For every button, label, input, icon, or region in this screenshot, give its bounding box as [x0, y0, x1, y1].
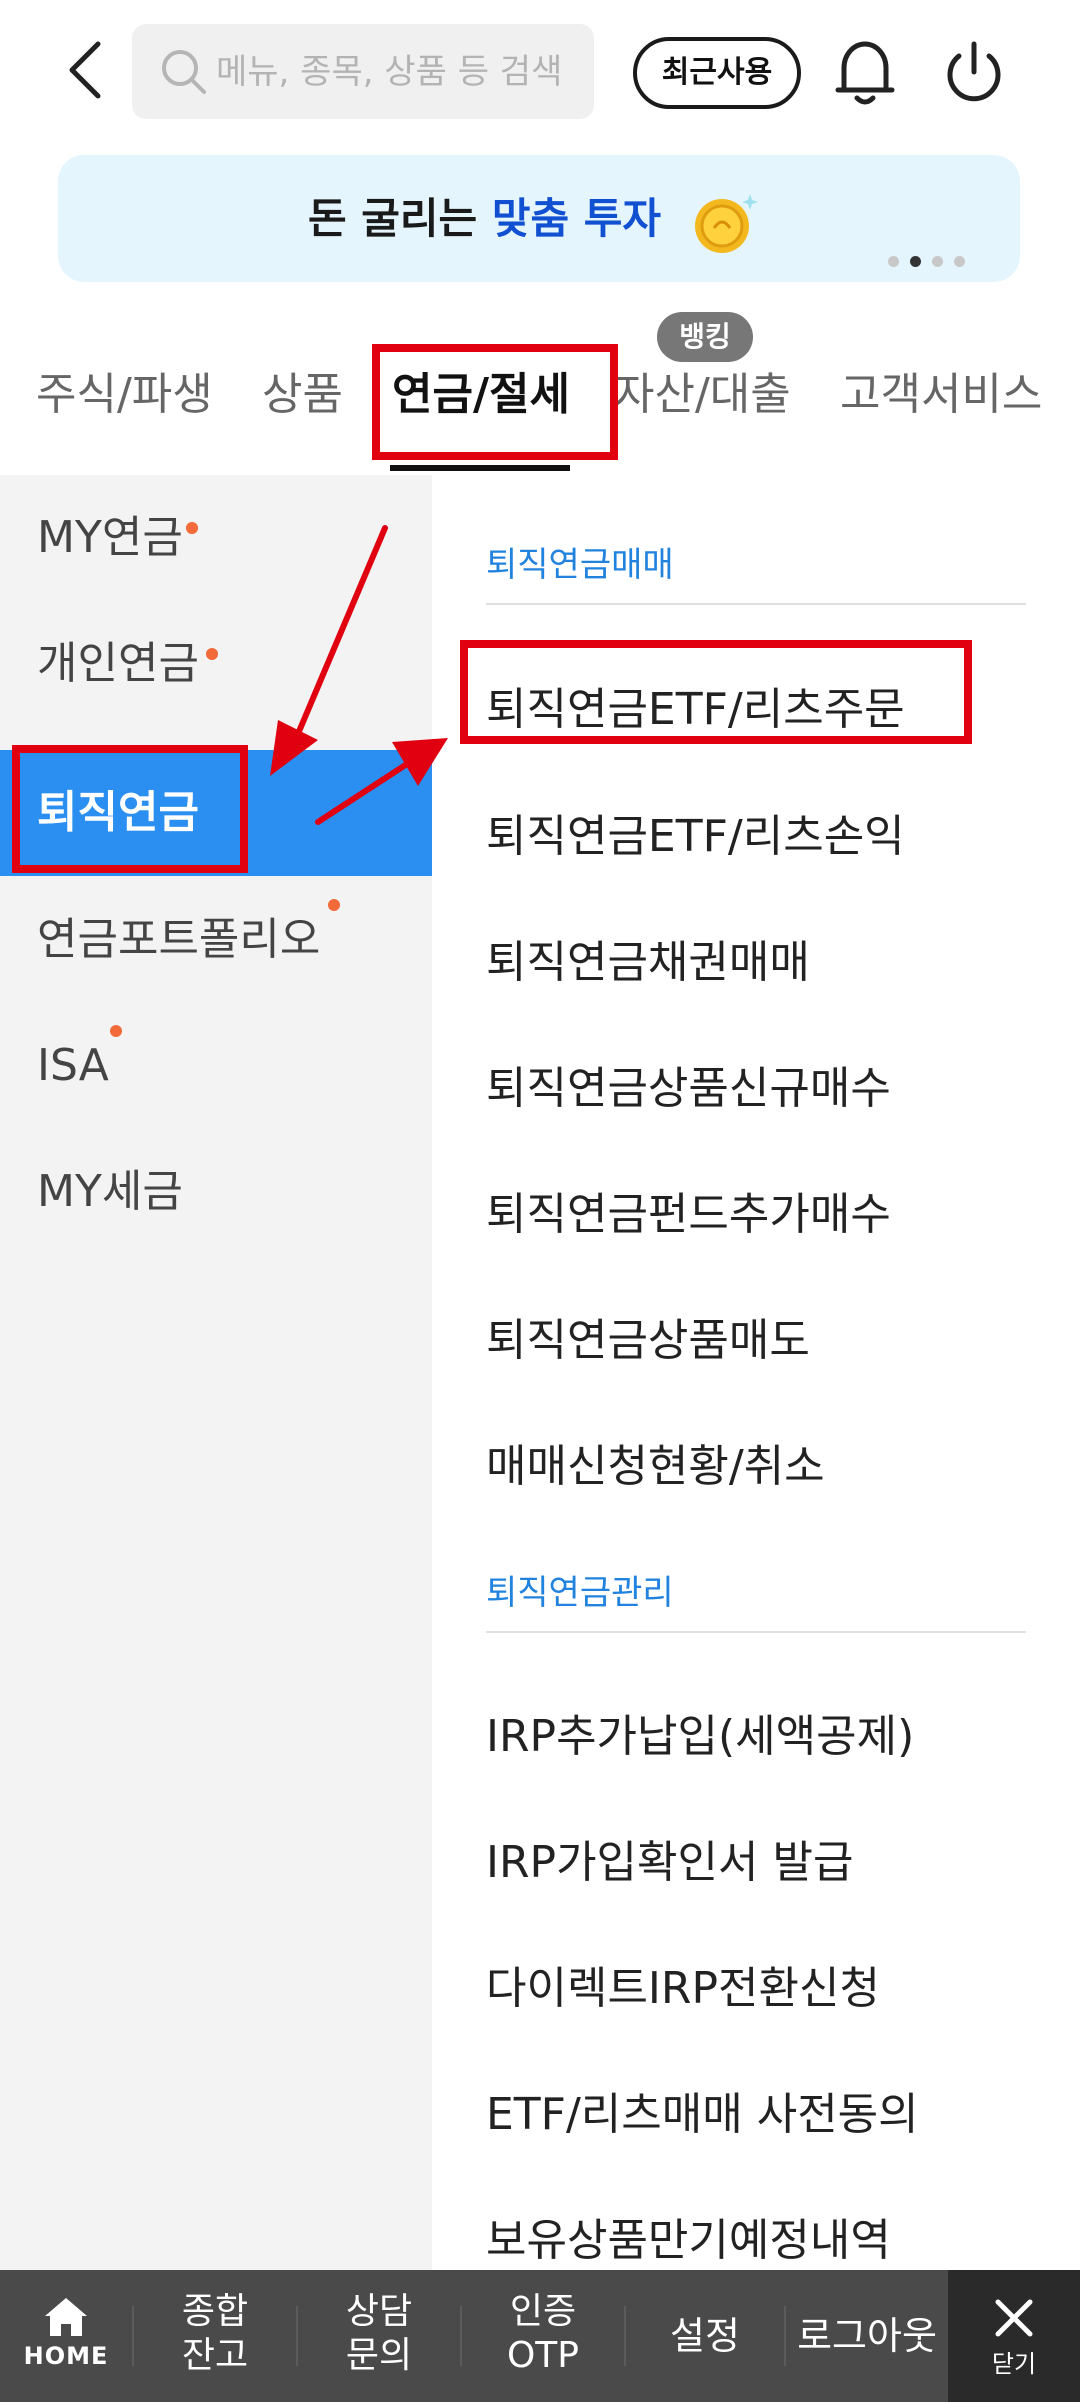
left-item-label: ISA: [37, 1040, 109, 1091]
bottom-balance-button[interactable]: 종합 잔고: [134, 2270, 296, 2402]
balance-label-line1: 종합: [181, 2291, 249, 2332]
menu-item-product-sell[interactable]: 퇴직연금상품매도: [486, 1306, 810, 1376]
home-label: HOME: [23, 2342, 109, 2370]
gold-coin-icon: [695, 194, 758, 253]
back-button[interactable]: [52, 30, 122, 110]
banking-badge: 뱅킹: [657, 312, 753, 362]
left-item-personal-pension[interactable]: 개인연금: [0, 601, 432, 727]
consult-label-line1: 상담: [345, 2291, 413, 2332]
new-indicator-dot: [328, 899, 340, 911]
bell-icon: [835, 41, 895, 105]
header: 최근사용: [0, 0, 1080, 145]
pagination-dot[interactable]: [932, 256, 943, 267]
tab-products[interactable]: 상품: [262, 360, 343, 430]
close-icon: [995, 2299, 1033, 2337]
menu-item-order-status-cancel[interactable]: 매매신청현황/취소: [486, 1432, 825, 1502]
pagination-dot-active[interactable]: [910, 256, 921, 267]
tab-assets-loans[interactable]: 자산/대출: [614, 360, 791, 430]
left-item-my-pension[interactable]: MY연금: [0, 475, 432, 601]
bottom-consult-button[interactable]: 상담 문의: [298, 2270, 460, 2402]
new-indicator-dot: [110, 1025, 122, 1037]
left-item-pension-portfolio[interactable]: 연금포트폴리오: [0, 877, 432, 1003]
chevron-left-icon: [69, 41, 101, 99]
banner-text: 돈 굴리는 맞춤 투자: [308, 155, 661, 282]
menu-item-maturity-schedule[interactable]: 보유상품만기예정내역: [486, 2206, 891, 2276]
banner-text-highlight: 맞춤 투자: [491, 194, 661, 243]
left-item-isa[interactable]: ISA: [0, 1003, 432, 1129]
settings-label: 설정: [670, 2314, 740, 2358]
bottom-home-button[interactable]: HOME: [0, 2270, 132, 2402]
menu-item-bond-trading[interactable]: 퇴직연금채권매매: [486, 928, 810, 998]
otp-label-line1: 인증: [509, 2291, 577, 2332]
search-icon: [162, 50, 206, 94]
logout-label: 로그아웃: [797, 2314, 937, 2358]
menu-item-irp-additional-payment[interactable]: IRP추가납입(세액공제): [486, 1702, 914, 1772]
tab-customer-service[interactable]: 고객서비스: [840, 360, 1042, 430]
new-indicator-dot: [186, 522, 198, 534]
recent-menu-button[interactable]: 최근사용: [633, 37, 801, 109]
highlight-box-tab: [372, 344, 618, 460]
active-tab-indicator: [390, 465, 570, 471]
close-label: 닫기: [991, 2350, 1037, 2378]
bottom-logout-button[interactable]: 로그아웃: [786, 2270, 948, 2402]
bottom-otp-button[interactable]: 인증 OTP: [462, 2270, 624, 2402]
menu-item-new-product-buy[interactable]: 퇴직연금상품신규매수: [486, 1054, 891, 1124]
highlight-box-left-item: [12, 745, 248, 873]
section-title-retirement-management: 퇴직연금관리: [486, 1573, 674, 1613]
search-box[interactable]: [132, 24, 594, 119]
tab-stock-derivatives[interactable]: 주식/파생: [36, 360, 213, 430]
left-item-label: MY연금: [37, 512, 183, 563]
menu-item-etf-reits-consent[interactable]: ETF/리츠매매 사전동의: [486, 2080, 919, 2150]
menu-item-irp-certificate[interactable]: IRP가입확인서 발급: [486, 1828, 853, 1898]
promo-banner[interactable]: 돈 굴리는 맞춤 투자: [58, 155, 1020, 282]
left-item-label: 연금포트폴리오: [37, 914, 321, 965]
balance-label-line2: 잔고: [181, 2335, 249, 2376]
left-item-label: MY세금: [37, 1166, 183, 1217]
close-menu-button[interactable]: 닫기: [948, 2270, 1080, 2402]
new-indicator-dot: [206, 648, 218, 660]
bottom-settings-button[interactable]: 설정: [626, 2270, 784, 2402]
notification-button[interactable]: [830, 32, 900, 112]
logout-power-button[interactable]: [934, 32, 1014, 112]
pagination-dot[interactable]: [888, 256, 899, 267]
consult-label-line2: 문의: [345, 2335, 413, 2376]
section-divider: [486, 1631, 1026, 1633]
menu-item-etf-reits-pnl[interactable]: 퇴직연금ETF/리츠손익: [486, 802, 905, 872]
highlight-box-menu-item: [460, 640, 972, 744]
bottom-navigation-bar: HOME 종합 잔고 상담 문의 인증 OTP 설정 로그아웃: [0, 2270, 1080, 2402]
otp-label-line2: OTP: [506, 2335, 580, 2376]
menu-item-fund-additional-buy[interactable]: 퇴직연금펀드추가매수: [486, 1180, 891, 1250]
left-item-label: 개인연금: [37, 638, 199, 689]
section-title-retirement-trading: 퇴직연금매매: [486, 545, 674, 585]
search-input[interactable]: [216, 24, 586, 119]
pagination-dot[interactable]: [954, 256, 965, 267]
left-item-my-tax[interactable]: MY세금: [0, 1129, 432, 1255]
menu-item-direct-irp-transfer[interactable]: 다이렉트IRP전환신청: [486, 1954, 880, 2024]
home-icon: [45, 2298, 87, 2336]
power-icon: [947, 41, 1001, 102]
banner-text-prefix: 돈 굴리는: [308, 194, 492, 243]
banner-pagination: [888, 256, 965, 267]
right-submenu: 퇴직연금매매 퇴직연금ETF/리츠주문 퇴직연금ETF/리츠손익 퇴직연금채권매…: [432, 475, 1080, 2270]
section-divider: [486, 603, 1026, 605]
